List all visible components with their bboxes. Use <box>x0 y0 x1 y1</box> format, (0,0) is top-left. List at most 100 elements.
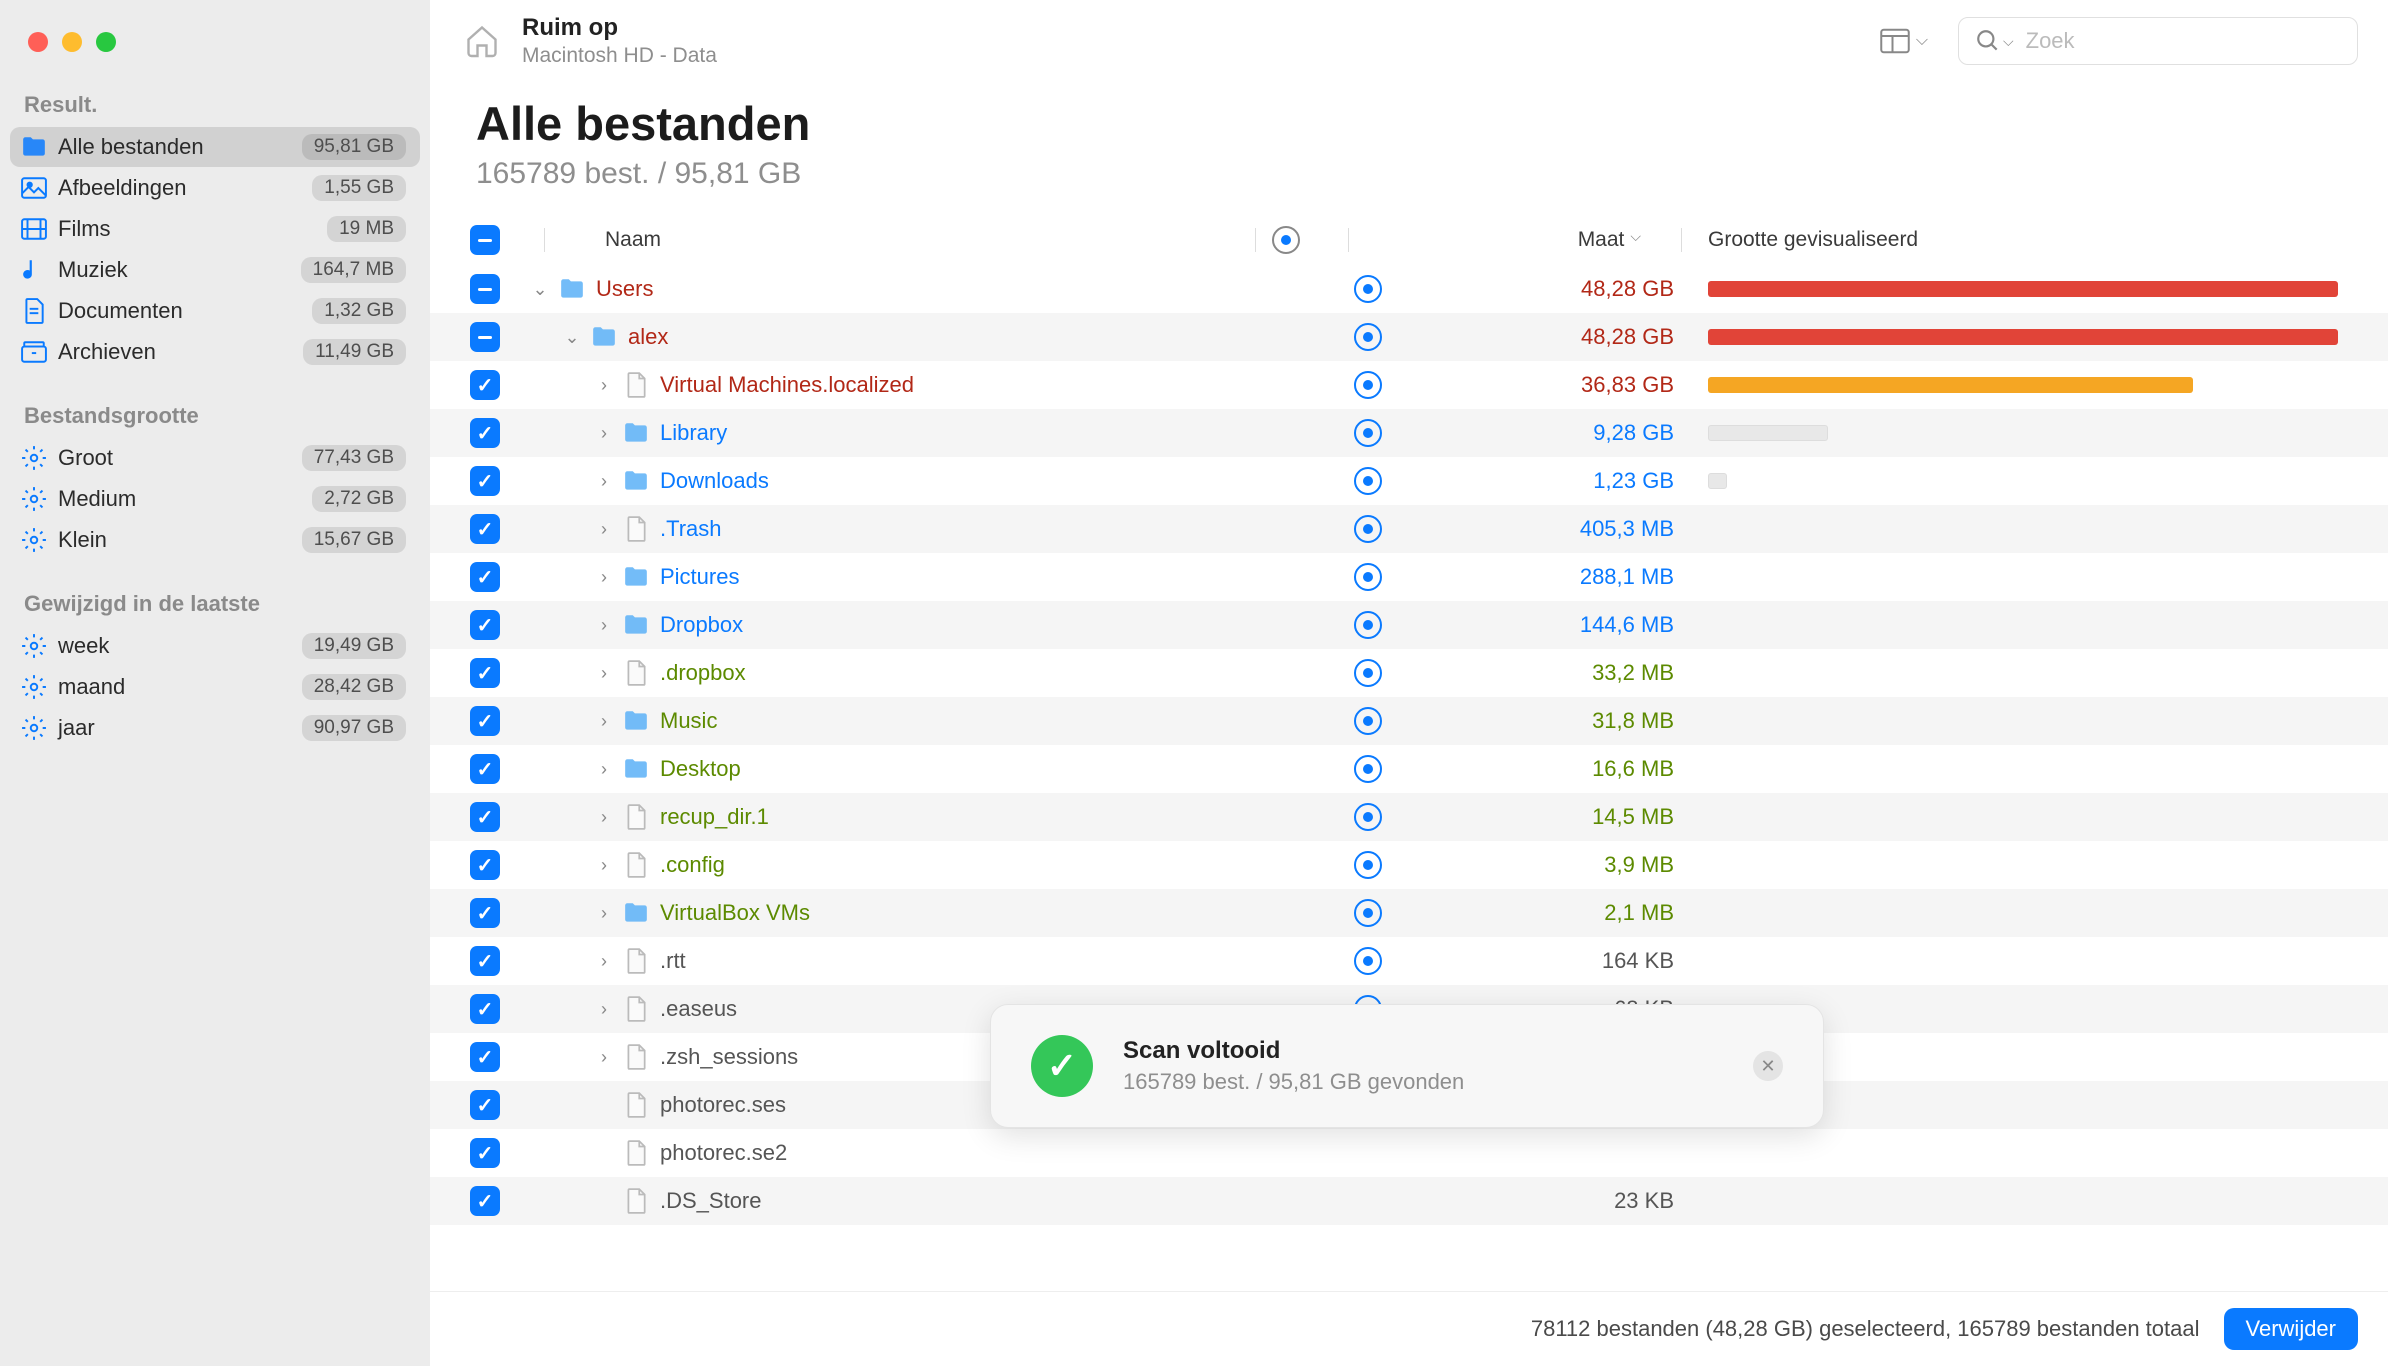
target-icon[interactable] <box>1354 707 1382 735</box>
maximize-window-button[interactable] <box>96 32 116 52</box>
sidebar-item[interactable]: Films 19 MB <box>10 209 420 249</box>
target-icon[interactable] <box>1354 563 1382 591</box>
sidebar-item[interactable]: Klein 15,67 GB <box>10 520 420 560</box>
target-icon[interactable] <box>1354 803 1382 831</box>
sidebar-item[interactable]: Muziek 164,7 MB <box>10 250 420 290</box>
target-icon[interactable] <box>1354 659 1382 687</box>
row-checkbox[interactable] <box>470 370 500 400</box>
expand-toggle[interactable]: › <box>592 471 616 492</box>
table-row[interactable]: › .rtt 164 KB <box>430 937 2388 985</box>
row-checkbox[interactable] <box>470 994 500 1024</box>
home-button[interactable] <box>460 19 504 63</box>
column-name[interactable]: Naam <box>561 228 1239 252</box>
row-checkbox[interactable] <box>470 802 500 832</box>
row-checkbox[interactable] <box>470 562 500 592</box>
expand-toggle[interactable]: ⌄ <box>528 279 552 300</box>
expand-toggle[interactable]: › <box>592 519 616 540</box>
expand-toggle[interactable]: › <box>592 855 616 876</box>
sidebar-item[interactable]: Archieven 11,49 GB <box>10 332 420 372</box>
expand-toggle[interactable]: ⌄ <box>560 327 584 348</box>
row-checkbox[interactable] <box>470 610 500 640</box>
table-row[interactable]: › .dropbox 33,2 MB <box>430 649 2388 697</box>
target-icon[interactable] <box>1354 755 1382 783</box>
expand-toggle[interactable]: › <box>592 663 616 684</box>
folder-icon <box>622 613 650 637</box>
view-mode-button[interactable]: ⌵ <box>1868 20 1940 62</box>
row-checkbox[interactable] <box>470 898 500 928</box>
table-row[interactable]: photorec.se2 <box>430 1129 2388 1177</box>
expand-toggle[interactable]: › <box>592 423 616 444</box>
expand-toggle[interactable]: › <box>592 951 616 972</box>
close-window-button[interactable] <box>28 32 48 52</box>
expand-toggle[interactable]: › <box>592 1047 616 1068</box>
row-checkbox[interactable] <box>470 322 500 352</box>
expand-toggle[interactable]: › <box>592 759 616 780</box>
table-row[interactable]: .DS_Store 23 KB <box>430 1177 2388 1225</box>
target-column-icon[interactable] <box>1272 226 1300 254</box>
table-row[interactable]: › Music 31,8 MB <box>430 697 2388 745</box>
row-checkbox[interactable] <box>470 706 500 736</box>
table-row[interactable]: › Library 9,28 GB <box>430 409 2388 457</box>
file-name: .Trash <box>660 516 722 542</box>
target-icon[interactable] <box>1354 851 1382 879</box>
row-checkbox[interactable] <box>470 274 500 304</box>
row-checkbox[interactable] <box>470 466 500 496</box>
table-row[interactable]: › Desktop 16,6 MB <box>430 745 2388 793</box>
table-row[interactable]: › Pictures 288,1 MB <box>430 553 2388 601</box>
target-icon[interactable] <box>1354 947 1382 975</box>
expand-toggle[interactable]: › <box>592 903 616 924</box>
row-checkbox[interactable] <box>470 658 500 688</box>
target-icon[interactable] <box>1354 467 1382 495</box>
sidebar-item[interactable]: Alle bestanden 95,81 GB <box>10 127 420 167</box>
row-checkbox[interactable] <box>470 1138 500 1168</box>
sidebar-item[interactable]: week 19,49 GB <box>10 626 420 666</box>
table-row[interactable]: › VirtualBox VMs 2,1 MB <box>430 889 2388 937</box>
expand-toggle[interactable]: › <box>592 999 616 1020</box>
target-icon[interactable] <box>1354 371 1382 399</box>
expand-toggle[interactable]: › <box>592 807 616 828</box>
sidebar-item[interactable]: Afbeeldingen 1,55 GB <box>10 168 420 208</box>
expand-toggle[interactable]: › <box>592 375 616 396</box>
folder-icon <box>622 757 650 781</box>
sidebar-item[interactable]: maand 28,42 GB <box>10 667 420 707</box>
sidebar-item[interactable]: jaar 90,97 GB <box>10 708 420 748</box>
expand-toggle[interactable]: › <box>592 567 616 588</box>
sidebar-item[interactable]: Groot 77,43 GB <box>10 438 420 478</box>
row-checkbox[interactable] <box>470 1090 500 1120</box>
column-visual[interactable]: Grootte gevisualiseerd <box>1698 228 2338 252</box>
target-icon[interactable] <box>1354 275 1382 303</box>
table-row[interactable]: › Virtual Machines.localized 36,83 GB <box>430 361 2388 409</box>
sidebar-item[interactable]: Documenten 1,32 GB <box>10 291 420 331</box>
table-row[interactable]: ⌄ alex 48,28 GB <box>430 313 2388 361</box>
expand-toggle[interactable]: › <box>592 711 616 732</box>
row-checkbox[interactable] <box>470 418 500 448</box>
toast-close-button[interactable]: ✕ <box>1753 1051 1783 1081</box>
row-checkbox[interactable] <box>470 850 500 880</box>
search-box[interactable]: ⌵ <box>1958 17 2358 65</box>
target-icon[interactable] <box>1354 419 1382 447</box>
file-name: Dropbox <box>660 612 743 638</box>
table-row[interactable]: › recup_dir.1 14,5 MB <box>430 793 2388 841</box>
table-row[interactable]: › Dropbox 144,6 MB <box>430 601 2388 649</box>
column-size[interactable]: Maat⌵ <box>1365 228 1665 252</box>
row-checkbox[interactable] <box>470 754 500 784</box>
table-row[interactable]: › Downloads 1,23 GB <box>430 457 2388 505</box>
target-icon[interactable] <box>1354 515 1382 543</box>
table-row[interactable]: › .config 3,9 MB <box>430 841 2388 889</box>
target-icon[interactable] <box>1354 899 1382 927</box>
select-all-checkbox[interactable] <box>470 225 500 255</box>
expand-toggle[interactable]: › <box>592 615 616 636</box>
sidebar-item-badge: 90,97 GB <box>302 715 406 741</box>
target-icon[interactable] <box>1354 323 1382 351</box>
search-input[interactable] <box>2026 28 2341 54</box>
minimize-window-button[interactable] <box>62 32 82 52</box>
table-row[interactable]: ⌄ Users 48,28 GB <box>430 265 2388 313</box>
row-checkbox[interactable] <box>470 946 500 976</box>
row-checkbox[interactable] <box>470 514 500 544</box>
table-row[interactable]: › .Trash 405,3 MB <box>430 505 2388 553</box>
row-checkbox[interactable] <box>470 1042 500 1072</box>
delete-button[interactable]: Verwijder <box>2224 1308 2358 1350</box>
target-icon[interactable] <box>1354 611 1382 639</box>
row-checkbox[interactable] <box>470 1186 500 1216</box>
sidebar-item[interactable]: Medium 2,72 GB <box>10 479 420 519</box>
